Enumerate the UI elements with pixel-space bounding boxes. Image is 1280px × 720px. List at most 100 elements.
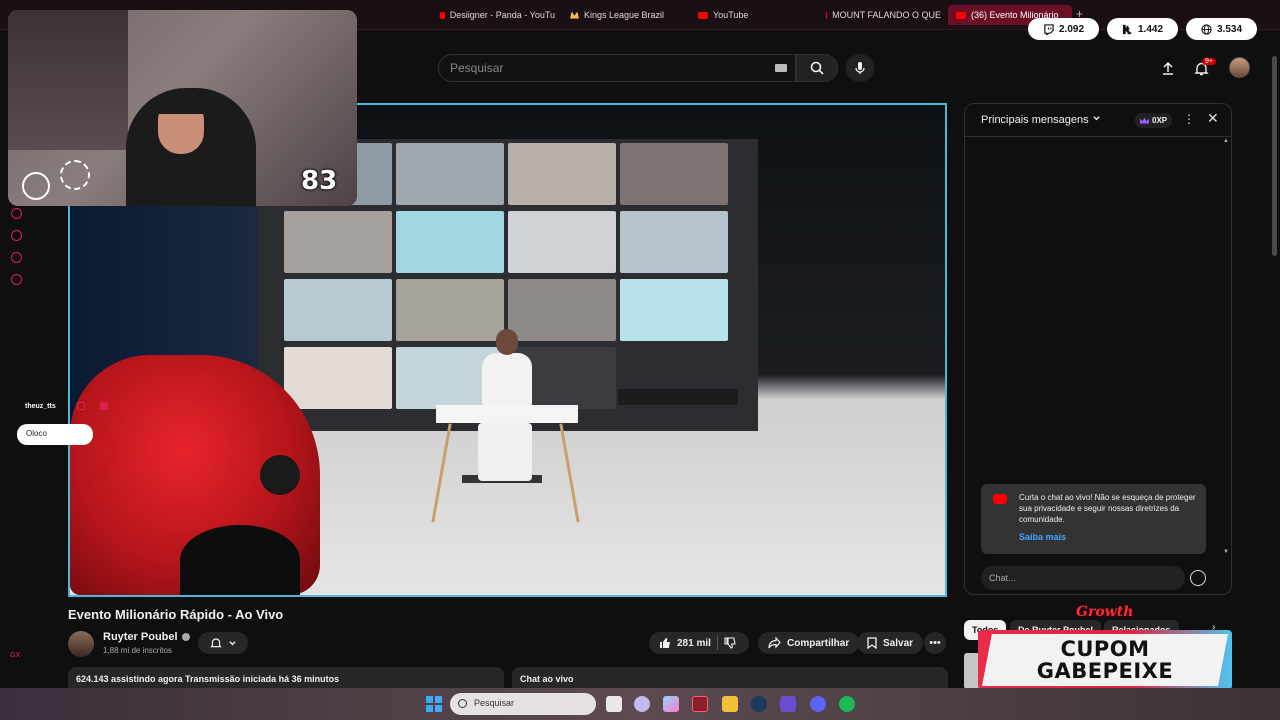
overlay-counter: 83 <box>301 166 338 196</box>
call-tile <box>396 143 504 205</box>
xp-badge[interactable]: 0XP <box>1135 113 1173 128</box>
white-table <box>436 405 578 423</box>
channel-avatar[interactable] <box>68 631 94 657</box>
streamer-cap <box>153 92 209 114</box>
coupon-line-1: CUPOM <box>1060 637 1150 661</box>
call-tile <box>284 347 392 409</box>
call-tile <box>396 211 504 273</box>
account-avatar[interactable] <box>1229 57 1250 78</box>
call-notification-popup <box>618 389 738 405</box>
smiley-icon <box>60 160 90 190</box>
tab-youtube[interactable]: YouTube <box>698 5 813 25</box>
globe-icon <box>1201 23 1212 35</box>
coupon-banner-inner: CUPOM GABEPEIXE <box>982 634 1228 686</box>
task-view-icon[interactable] <box>606 696 622 712</box>
tab-desiigner[interactable]: Desiigner - Panda - YouTu <box>440 5 555 25</box>
chevron-down-icon <box>228 640 236 645</box>
host-legs <box>478 423 532 481</box>
sidebar-cube-icon[interactable] <box>11 252 22 263</box>
chat-mode-dropdown[interactable]: Principais mensagens <box>981 114 1101 126</box>
car-headlight <box>260 455 300 495</box>
twitch-icon <box>1044 23 1054 35</box>
close-icon[interactable]: ✕ <box>1207 110 1219 127</box>
search-input[interactable]: Pesquisar <box>438 54 796 82</box>
learn-more-link[interactable]: Saiba mais <box>1019 532 1196 543</box>
youtube-icon <box>826 11 828 19</box>
youtube-icon <box>440 11 445 19</box>
call-tile <box>508 143 616 205</box>
gx-label: GX <box>10 652 21 659</box>
app-icon[interactable] <box>780 696 796 712</box>
like-dislike-group: 281 mil <box>649 632 749 654</box>
subscriber-badge-icon <box>100 402 108 410</box>
thumbs-down-icon[interactable] <box>724 637 736 649</box>
youtube-icon <box>698 11 708 19</box>
growth-logo: Growth <box>1076 604 1134 620</box>
tab-kings-league[interactable]: Kings League Brazil <box>570 5 685 25</box>
sidebar-settings-icon[interactable] <box>11 274 22 285</box>
share-button[interactable]: Compartilhar <box>758 632 860 654</box>
kick-viewers-pill: 1.442 <box>1107 18 1178 40</box>
call-tile <box>508 211 616 273</box>
upload-button[interactable] <box>1158 58 1178 78</box>
upload-icon <box>1163 61 1173 75</box>
microphone-icon <box>855 62 865 74</box>
host-head <box>496 329 518 355</box>
voice-search-button[interactable] <box>846 54 874 82</box>
discord-icon[interactable] <box>810 696 826 712</box>
chat-header: Principais mensagens 0XP ⋮ ✕ <box>965 104 1231 137</box>
twitch-badge-icon <box>77 402 85 410</box>
bookmark-icon <box>867 637 877 649</box>
steam-icon[interactable] <box>751 696 767 712</box>
youtube-icon <box>956 11 966 19</box>
coupon-banner: CUPOM GABEPEIXE <box>978 630 1232 690</box>
video-title: Evento Milionário Rápido - Ao Vivo <box>68 607 284 622</box>
save-button[interactable]: Salvar <box>857 632 924 654</box>
car-wheel <box>180 525 300 595</box>
call-tile <box>620 143 728 205</box>
kebab-menu-icon[interactable]: ⋮ <box>1183 112 1195 126</box>
kick-icon <box>1122 24 1132 34</box>
keyboard-icon[interactable] <box>775 64 787 72</box>
windows-start-icon[interactable] <box>426 696 442 712</box>
subscriber-count: 1,88 mi de inscritos <box>103 646 172 655</box>
call-tile <box>508 279 616 341</box>
tab-mount[interactable]: MOUNT FALANDO O QUE <box>826 5 941 25</box>
search-icon <box>458 699 467 708</box>
page-scrollbar[interactable] <box>1272 56 1277 256</box>
crown-icon <box>1140 117 1149 124</box>
overlay-chat-user: theuz_tts <box>25 403 56 410</box>
bell-icon <box>209 638 222 648</box>
subscription-bell-button[interactable] <box>198 632 248 654</box>
chevron-down-icon <box>1093 116 1100 121</box>
overlay-chat-message: Oloco <box>17 424 93 445</box>
copilot-icon[interactable] <box>663 696 679 712</box>
scroll-up-arrow[interactable]: ▲ <box>1223 138 1229 144</box>
timer-icon <box>22 172 50 200</box>
emoji-icon[interactable] <box>1190 570 1206 586</box>
scroll-down-arrow[interactable]: ▼ <box>1223 549 1229 555</box>
thumbs-up-icon[interactable] <box>659 637 671 649</box>
sidebar-record-icon[interactable] <box>11 208 22 219</box>
call-tile <box>284 279 392 341</box>
taskbar-search[interactable]: Pesquisar <box>450 693 596 715</box>
sidebar-clock-icon[interactable] <box>11 230 22 241</box>
webcam-shelf <box>8 10 128 150</box>
opera-gx-icon[interactable] <box>692 696 708 712</box>
like-count[interactable]: 281 mil <box>677 638 711 649</box>
twitch-viewers-pill: 2.092 <box>1028 18 1099 40</box>
web-viewers-pill: 3.534 <box>1186 18 1257 40</box>
spotify-icon[interactable] <box>839 696 855 712</box>
more-actions-button[interactable]: ••• <box>924 632 946 654</box>
call-tile <box>284 211 392 273</box>
search-icon <box>810 61 824 75</box>
search-button[interactable] <box>796 54 838 82</box>
chat-input[interactable]: Chat... <box>981 566 1185 590</box>
file-explorer-icon[interactable] <box>722 696 738 712</box>
notification-badge: 9+ <box>1202 58 1216 65</box>
coupon-code: GABEPEIXE <box>1036 659 1174 683</box>
live-chat-panel: Principais mensagens 0XP ⋮ ✕ ▲ ▼ Curta o… <box>964 103 1232 595</box>
channel-name[interactable]: Ruyter Poubel <box>103 631 190 643</box>
like-divider <box>716 636 718 650</box>
avatar-app-icon[interactable] <box>634 696 650 712</box>
